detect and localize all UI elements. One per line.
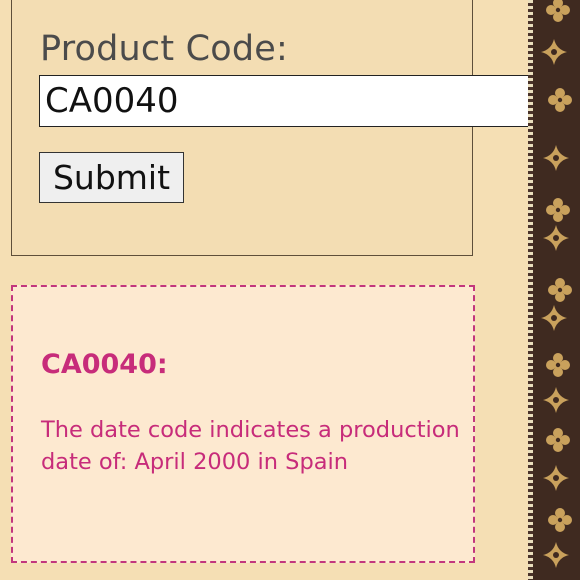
quatrefoil-flower-icon (546, 0, 570, 22)
monogram-pattern-strip (528, 0, 580, 580)
submit-button[interactable]: Submit (39, 152, 184, 203)
four-point-star-icon (541, 39, 567, 65)
result-message: The date code indicates a production dat… (41, 417, 460, 475)
quatrefoil-flower-icon (546, 353, 570, 377)
four-point-star-icon (543, 225, 569, 251)
quatrefoil-flower-icon (546, 428, 570, 452)
four-point-star-icon (541, 305, 567, 331)
product-code-form: Product Code: Submit (11, 0, 580, 256)
four-point-star-icon (543, 465, 569, 491)
page-background: Product Code: Submit CA0040: The date co… (0, 0, 580, 580)
quatrefoil-flower-icon (548, 508, 572, 532)
four-point-star-icon (543, 145, 569, 171)
stitch-edge (528, 0, 533, 580)
result-panel: CA0040: The date code indicates a produc… (11, 285, 475, 563)
four-point-star-icon (543, 387, 569, 413)
quatrefoil-flower-icon (548, 278, 572, 302)
monogram-pattern (541, 0, 572, 568)
four-point-star-icon (543, 542, 569, 568)
product-code-label: Product Code: (40, 29, 289, 69)
result-code-heading: CA0040: (41, 349, 168, 380)
product-code-input[interactable] (39, 75, 580, 127)
quatrefoil-flower-icon (548, 88, 572, 112)
quatrefoil-flower-icon (546, 198, 570, 222)
